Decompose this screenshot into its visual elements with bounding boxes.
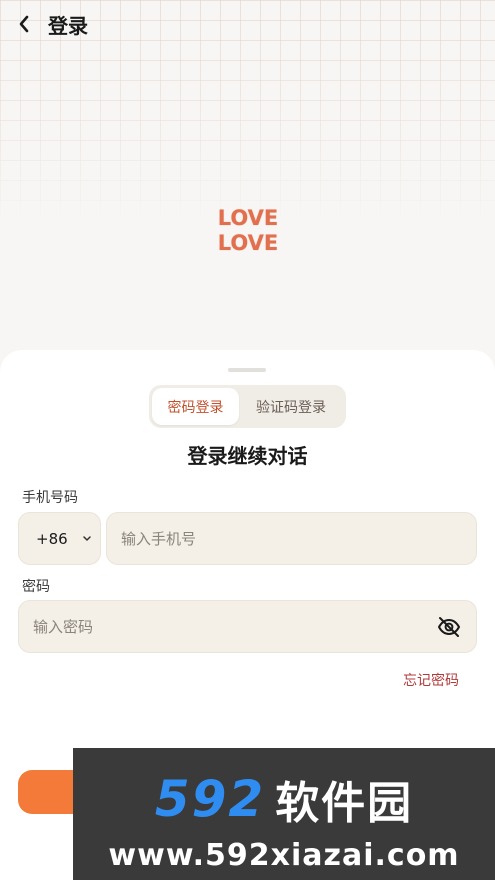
password-label: 密码 <box>22 579 50 595</box>
back-button[interactable] <box>2 0 46 48</box>
phone-input[interactable] <box>121 529 421 548</box>
tab-code-login[interactable]: 验证码登录 <box>239 388 343 425</box>
watermark-brand: 592 软件园 <box>73 768 495 830</box>
phone-label: 手机号码 <box>22 490 78 506</box>
login-method-tabs: 密码登录 验证码登录 <box>149 385 346 428</box>
watermark-number: 592 <box>154 770 266 828</box>
top-bar: 登录 <box>0 0 495 48</box>
eye-off-icon[interactable] <box>436 614 462 640</box>
logo-line-1: LOVE <box>217 206 279 230</box>
form-title: 登录继续对话 <box>187 444 308 468</box>
logo-line-2: LOVE <box>217 231 279 255</box>
page-title: 登录 <box>48 13 88 38</box>
chevron-down-icon <box>82 535 92 543</box>
phone-input-box <box>106 512 477 565</box>
chevron-left-icon <box>19 15 29 33</box>
drag-handle[interactable] <box>228 368 266 372</box>
password-input-box <box>18 600 477 653</box>
app-logo: LOVE LOVE <box>214 204 282 258</box>
forgot-password-link[interactable]: 忘记密码 <box>403 670 459 690</box>
grid-background <box>0 0 495 360</box>
watermark: 592 软件园 www.592xiazai.com <box>73 748 495 880</box>
watermark-url: www.592xiazai.com <box>108 838 460 873</box>
password-input[interactable] <box>33 617 333 636</box>
tab-password-login[interactable]: 密码登录 <box>152 388 239 425</box>
country-code-select[interactable]: +86 <box>18 512 101 565</box>
country-code-value: +86 <box>36 529 68 548</box>
watermark-name: 软件园 <box>275 778 414 829</box>
